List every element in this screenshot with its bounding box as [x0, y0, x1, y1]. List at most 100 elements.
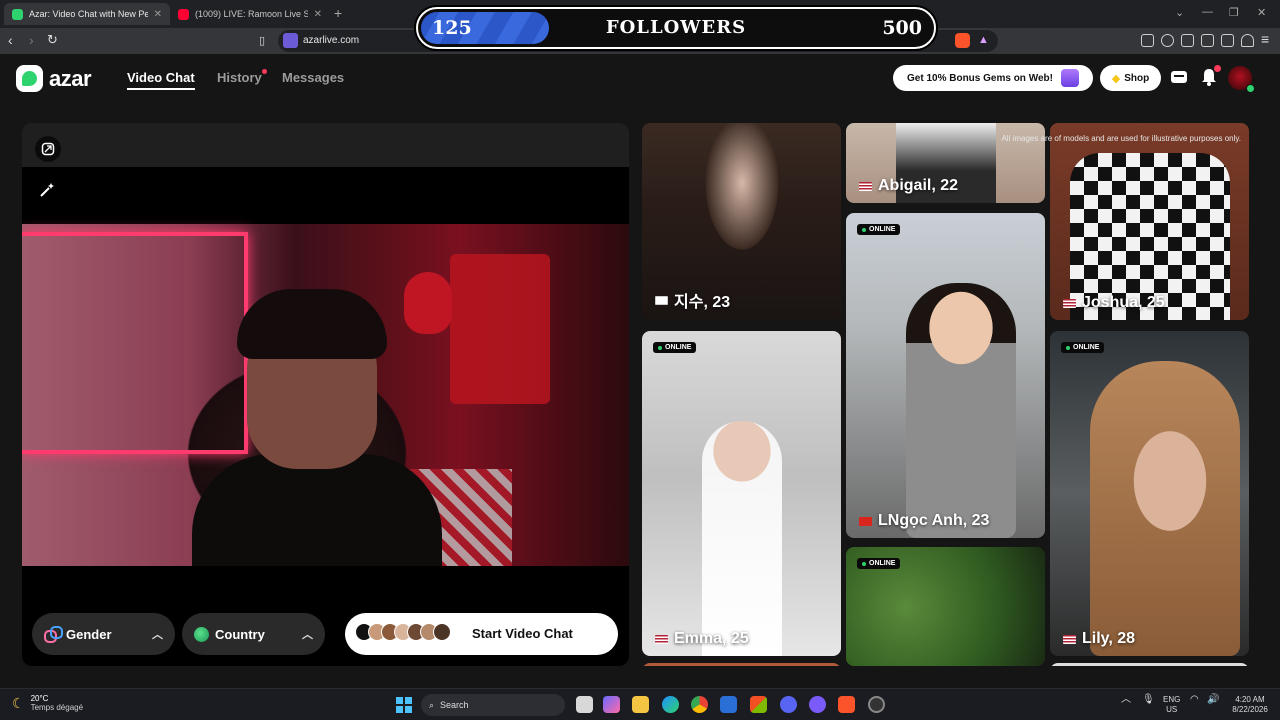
profile-name: Emma, 25	[655, 630, 749, 648]
leo-icon[interactable]	[1221, 34, 1234, 47]
back-icon[interactable]: ‹	[8, 32, 13, 48]
edge-icon[interactable]	[662, 696, 679, 713]
task-view-icon[interactable]	[576, 696, 593, 713]
profile-card[interactable]: ONLINE	[846, 547, 1045, 666]
start-video-chat-button[interactable]: Start Video Chat	[345, 613, 618, 655]
store-icon[interactable]	[750, 696, 767, 713]
brave-icon[interactable]	[838, 696, 855, 713]
profile-card[interactable]: ONLINE LNgọc Anh, 23	[846, 213, 1045, 538]
new-tab-icon[interactable]: +	[334, 5, 342, 21]
profile-name: Abigail, 22	[859, 177, 958, 195]
reload-icon[interactable]: ↻	[47, 32, 58, 48]
background-jersey	[450, 254, 550, 404]
minimize-icon[interactable]: —	[1202, 6, 1213, 18]
history-notification-dot	[262, 69, 267, 74]
tab-youtube[interactable]: (1009) LIVE: Ramoon Live Sessions – ✕	[170, 3, 330, 25]
nav-video-chat[interactable]: Video Chat	[127, 70, 195, 90]
tray-overflow-icon[interactable]: ︿	[1121, 695, 1131, 705]
clock-time: 4:20 AM	[1235, 695, 1265, 704]
person-hair	[237, 289, 387, 359]
profile-photo	[906, 283, 1016, 538]
file-explorer-icon[interactable]	[632, 696, 649, 713]
shop-button[interactable]: ◆ Shop	[1100, 65, 1161, 91]
expand-button[interactable]	[35, 136, 61, 162]
chrome-icon[interactable]	[691, 696, 708, 713]
sidebar-icon[interactable]	[1181, 34, 1194, 47]
us-flag-icon	[1063, 298, 1076, 308]
us-flag-icon	[859, 181, 872, 191]
wallet-icon[interactable]	[1201, 34, 1214, 47]
weather-condition: Temps dégagé	[30, 703, 84, 712]
app-icon[interactable]	[809, 696, 826, 713]
expand-icon	[41, 142, 55, 156]
forward-icon[interactable]: ›	[29, 32, 34, 48]
site-info-icon[interactable]	[283, 33, 298, 48]
azar-logo-icon	[16, 65, 43, 92]
video-top-strip	[22, 167, 629, 224]
country-filter-button[interactable]: Country ︿	[182, 613, 325, 655]
neon-light-strip	[22, 232, 248, 454]
brand-name: azar	[49, 65, 92, 91]
brave-rewards-icon[interactable]: ▲	[978, 34, 989, 46]
follower-label: FOLLOWERS	[605, 17, 747, 38]
windows-start-icon[interactable]	[396, 697, 412, 713]
profile-card[interactable]	[1050, 663, 1249, 666]
globe-icon	[194, 626, 209, 642]
us-flag-icon	[1063, 634, 1076, 644]
close-tab-icon[interactable]: ✕	[314, 9, 322, 20]
copilot-icon[interactable]	[603, 696, 620, 713]
tab-search-icon[interactable]: ⌄	[1175, 6, 1184, 19]
menu-icon[interactable]: ≡	[1261, 31, 1269, 47]
gender-filter-button[interactable]: Gender ︿	[32, 613, 175, 655]
bookmark-icon[interactable]: ▯	[259, 34, 265, 47]
nav-history[interactable]: History	[217, 70, 262, 85]
weather-widget[interactable]: ☾ 20°C Temps dégagé	[12, 694, 83, 712]
brave-shield-icon[interactable]	[955, 33, 970, 48]
search-icon: ⌕	[429, 699, 435, 710]
media-icon[interactable]	[1161, 34, 1174, 47]
profile-card[interactable]: Joshua, 25	[1050, 123, 1249, 320]
mail-icon[interactable]	[720, 696, 737, 713]
nav-messages[interactable]: Messages	[282, 70, 344, 85]
youtube-favicon-icon	[178, 8, 189, 20]
follower-goal: 500	[882, 17, 922, 39]
language-code: ENG	[1163, 695, 1181, 704]
background-mask	[404, 272, 452, 334]
region-code: US	[1166, 705, 1178, 714]
video-panel: Gender ︿ Country ︿ Start Video Chat	[22, 123, 629, 666]
profile-card[interactable]: ONLINE Lily, 28	[1050, 331, 1249, 656]
inbox-icon[interactable]	[1169, 67, 1189, 87]
discord-icon[interactable]	[780, 696, 797, 713]
bonus-gems-button[interactable]: Get 10% Bonus Gems on Web!	[893, 65, 1093, 91]
profile-avatar[interactable]	[1228, 66, 1255, 93]
wifi-icon[interactable]: ◠	[1190, 695, 1199, 705]
microphone-icon[interactable]: 🎙	[1142, 695, 1155, 705]
temperature: 20°C	[30, 694, 49, 703]
vpn-icon[interactable]	[1241, 34, 1254, 47]
azar-favicon-icon	[12, 8, 23, 20]
azar-logo[interactable]: azar	[16, 65, 92, 92]
profile-card[interactable]: ONLINE Emma, 25	[642, 331, 841, 656]
profile-name: LNgọc Anh, 23	[859, 512, 989, 530]
profile-card[interactable]: 지수, 23	[642, 123, 841, 320]
tab-azar[interactable]: Azar: Video Chat with New Pe ✕	[4, 3, 170, 25]
clock[interactable]: 4:20 AM 8/22/2026	[1226, 695, 1274, 715]
profile-name: 지수, 23	[655, 288, 730, 312]
obs-icon[interactable]	[868, 696, 885, 713]
close-window-icon[interactable]: ✕	[1257, 6, 1266, 19]
clock-date: 8/22/2026	[1232, 705, 1268, 714]
close-tab-icon[interactable]: ✕	[154, 9, 162, 20]
language-indicator[interactable]: ENG US	[1163, 695, 1180, 715]
taskbar-search[interactable]: ⌕ Search	[421, 694, 565, 716]
notification-bell-icon[interactable]	[1199, 65, 1221, 87]
gift-icon	[1061, 69, 1079, 87]
chevron-up-icon: ︿	[152, 629, 163, 641]
gender-icon	[44, 626, 63, 643]
follower-goal-overlay: 125 FOLLOWERS 500	[416, 7, 936, 49]
magic-wand-icon[interactable]	[39, 182, 55, 203]
maximize-icon[interactable]: ❐	[1229, 6, 1239, 19]
volume-icon[interactable]: 🔊	[1207, 695, 1219, 705]
profile-name: Joshua, 25	[1063, 294, 1165, 312]
profile-card[interactable]	[642, 663, 841, 666]
extensions-icon[interactable]	[1141, 34, 1154, 47]
